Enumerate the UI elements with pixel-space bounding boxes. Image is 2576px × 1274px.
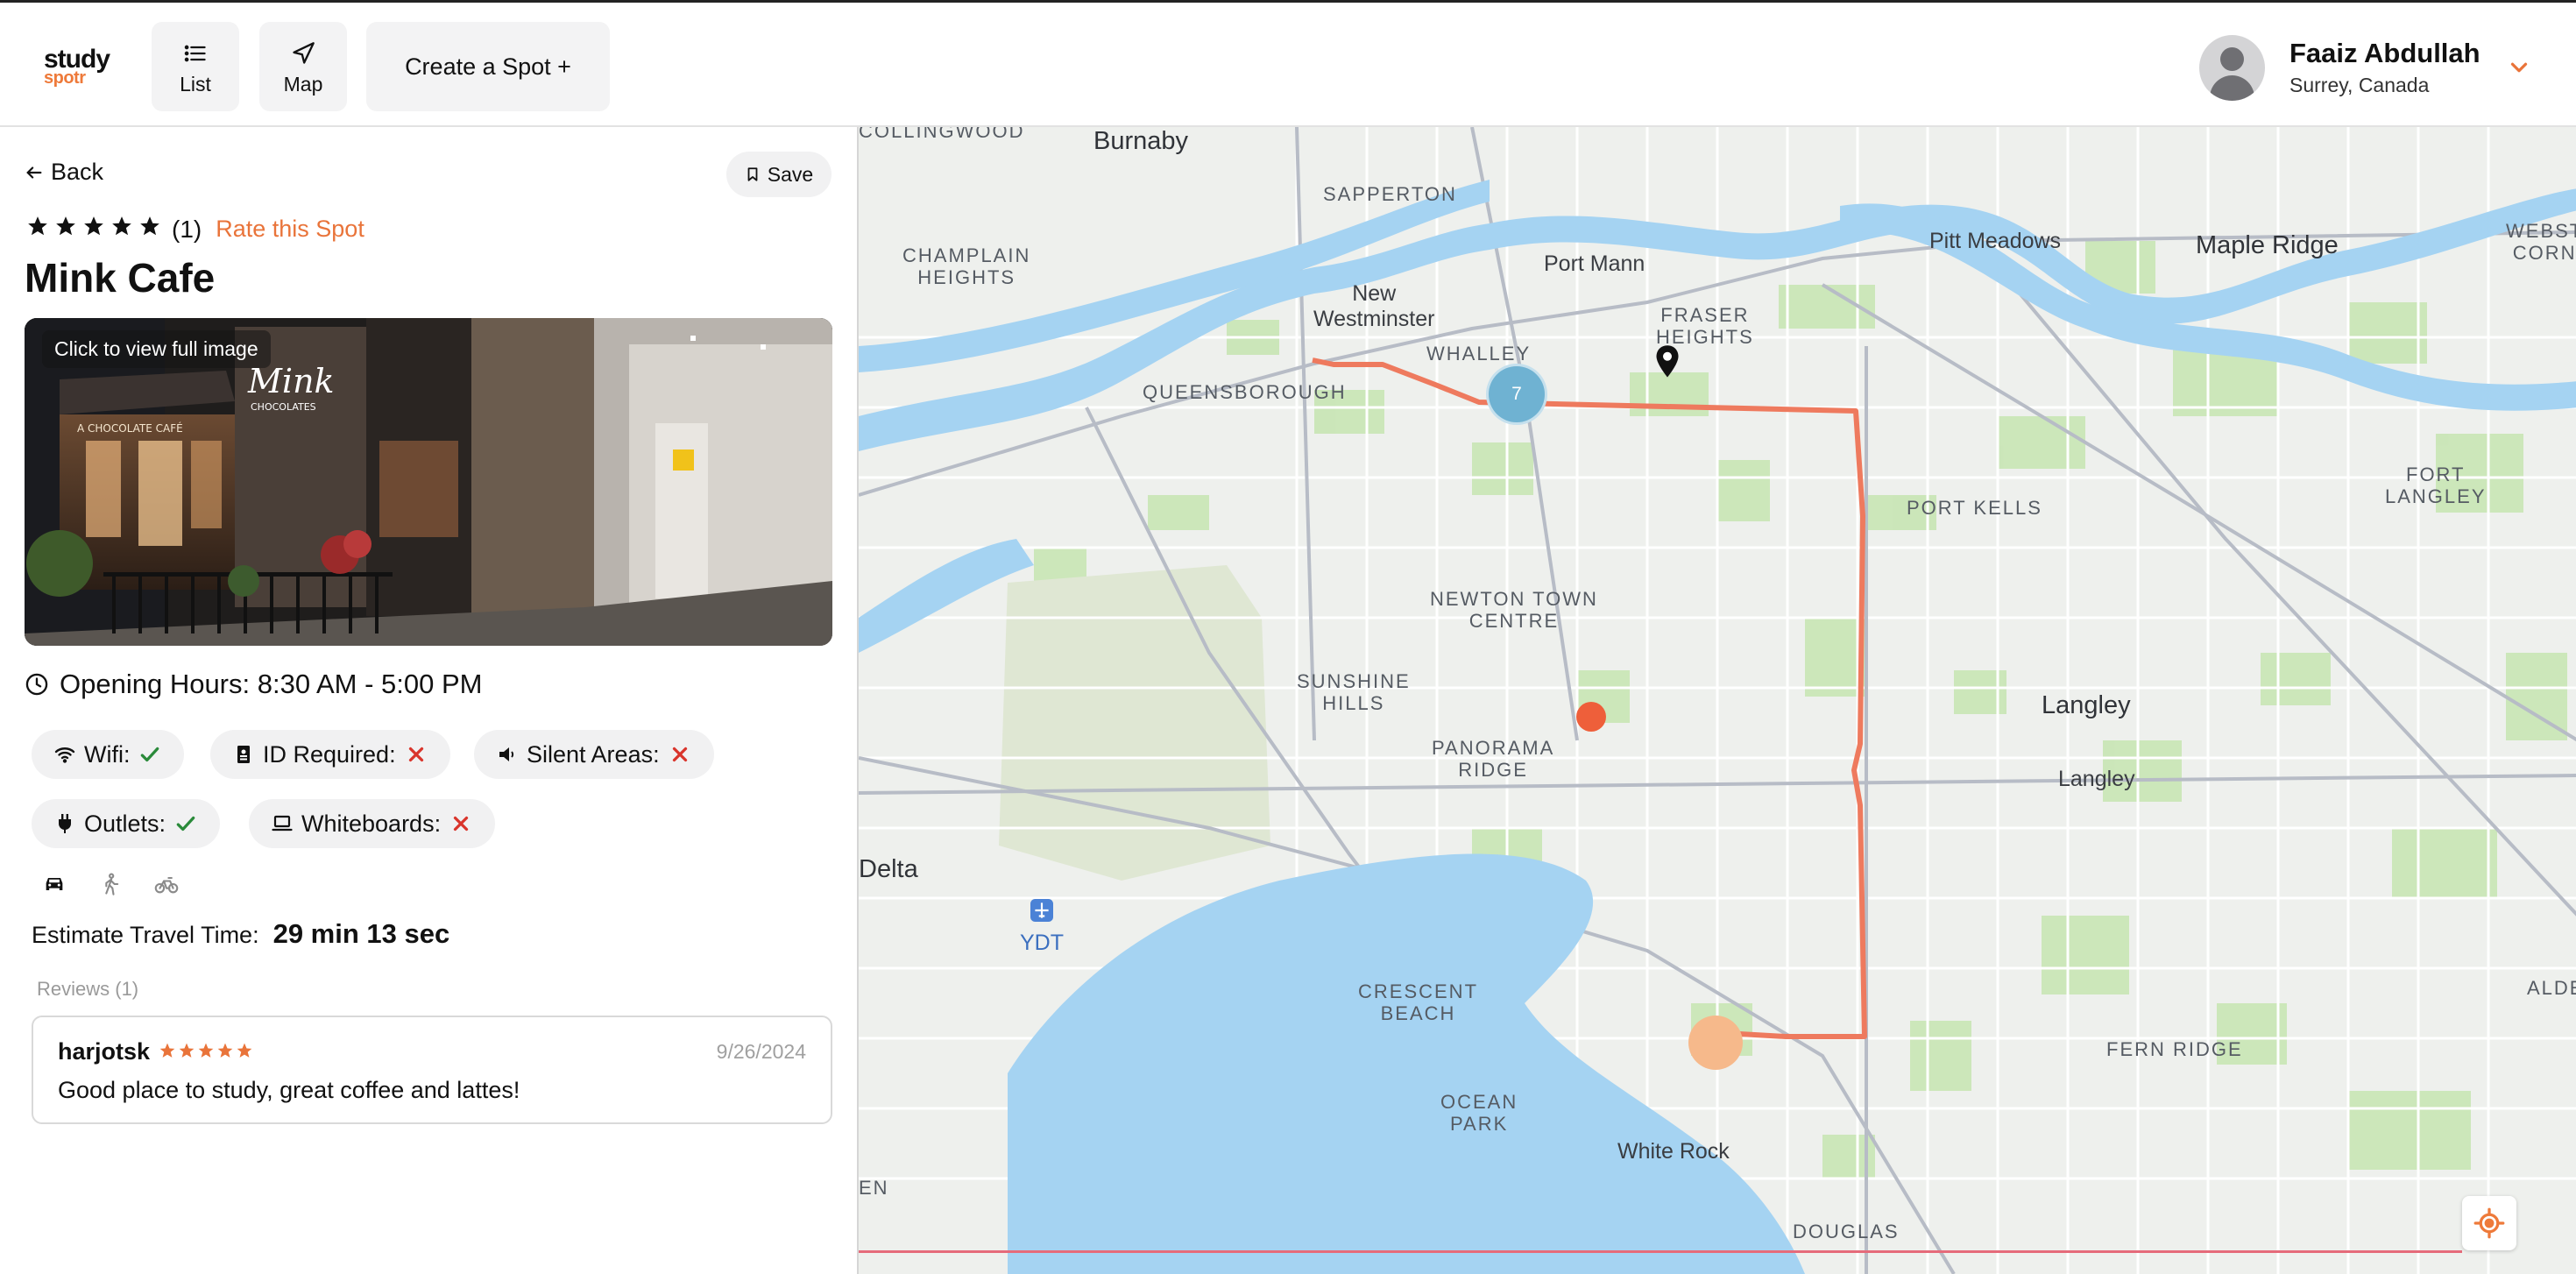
silent-areas-label: Silent Areas: (527, 740, 660, 768)
view-full-image-caption: Click to view full image (42, 330, 271, 368)
star-icon (28, 216, 47, 236)
star-icon (56, 216, 75, 236)
star-icon (198, 1043, 214, 1058)
spot-detail-panel: Back Save (1) Rate this Spot Mink Cafe C… (0, 127, 857, 1274)
check-icon (176, 816, 195, 832)
amenity-wifi: Wifi: (32, 730, 185, 779)
amenity-silent-areas: Silent Areas: (474, 730, 714, 779)
wifi-icon (54, 747, 75, 763)
speaker-icon (499, 747, 514, 761)
opening-hours: Opening Hours: 8:30 AM - 5:00 PM (25, 669, 482, 700)
save-button[interactable]: Save (726, 152, 832, 197)
bike-icon[interactable] (154, 872, 179, 896)
id-required-label: ID Required: (263, 740, 396, 768)
whiteboards-label: Whiteboards: (301, 810, 442, 837)
spot-photo[interactable]: Click to view full image A CHOCOLATE CAF… (25, 318, 832, 646)
route-line (1312, 357, 1867, 1039)
map-canvas[interactable]: COLLINGWOOD Burnaby SAPPERTON CHAMPLAIN … (857, 127, 2576, 1274)
svg-text:CHOCOLATES: CHOCOLATES (251, 401, 316, 413)
rating-count: (1) (172, 215, 202, 243)
navigation-arrow-icon (293, 42, 315, 64)
location-pin-icon[interactable] (1654, 344, 1681, 379)
save-label: Save (767, 162, 814, 186)
review-author: harjotsk (58, 1038, 151, 1065)
spot-marker[interactable] (1576, 702, 1606, 732)
travel-estimate-value: 29 min 13 sec (272, 918, 450, 949)
rating-stars (26, 215, 166, 244)
star-icon (217, 1043, 233, 1058)
cross-icon (453, 816, 469, 832)
review-date: 9/26/2024 (716, 1040, 806, 1063)
create-spot-label: Create a Spot + (405, 53, 571, 80)
walk-icon[interactable] (98, 872, 123, 896)
amenity-outlets: Outlets: (32, 799, 221, 848)
star-icon (159, 1043, 175, 1058)
map-bottom-line (859, 1250, 2462, 1253)
cross-icon (408, 747, 423, 762)
rate-spot-link[interactable]: Rate this Spot (216, 216, 364, 243)
top-bar: study spotr List Map Create a Spot + Faa… (0, 0, 2576, 127)
spot-cluster-marker[interactable]: 7 (1486, 364, 1547, 425)
plug-icon (59, 814, 71, 833)
back-label: Back (51, 159, 104, 185)
list-view-label: List (180, 73, 211, 96)
opening-hours-text: Opening Hours: 8:30 AM - 5:00 PM (60, 669, 483, 699)
user-menu[interactable]: Faaiz Abdullah Surrey, Canada (2199, 35, 2550, 105)
wifi-label: Wifi: (84, 740, 131, 768)
travel-mode-selector (42, 872, 179, 896)
svg-text:A CHOCOLATE CAFÉ: A CHOCOLATE CAFÉ (77, 421, 183, 435)
user-location: Surrey, Canada (2289, 74, 2430, 96)
cross-icon (672, 747, 687, 762)
spot-title: Mink Cafe (25, 255, 216, 301)
bookmark-icon (747, 167, 758, 181)
star-icon (179, 1043, 195, 1058)
review-author-row: harjotsk (58, 1038, 255, 1065)
user-name: Faaiz Abdullah (2289, 38, 2480, 68)
travel-estimate: Estimate Travel Time: 29 min 13 sec (32, 918, 449, 950)
laptop-icon (272, 815, 293, 832)
recenter-location-button[interactable] (2462, 1196, 2516, 1250)
outlets-label: Outlets: (84, 810, 166, 837)
back-button[interactable]: Back (25, 159, 103, 186)
star-icon (140, 216, 159, 236)
destination-marker[interactable] (1688, 1016, 1743, 1070)
amenity-whiteboards: Whiteboards: (249, 799, 496, 848)
avatar (2199, 35, 2265, 101)
crosshair-icon (2473, 1207, 2505, 1239)
create-spot-button[interactable]: Create a Spot + (366, 22, 610, 111)
travel-estimate-label: Estimate Travel Time: (32, 922, 259, 948)
car-icon[interactable] (42, 872, 67, 896)
clock-icon (25, 673, 48, 696)
map-view-button[interactable]: Map (259, 22, 347, 111)
check-icon (141, 747, 159, 762)
list-icon (184, 45, 206, 62)
cluster-count: 7 (1511, 384, 1522, 404)
studyspotr-logo[interactable]: study spotr (44, 46, 114, 88)
amenity-id-required: ID Required: (210, 730, 450, 779)
reviews-heading: Reviews (1) (37, 978, 139, 1000)
chevron-down-icon[interactable] (2506, 54, 2532, 81)
list-view-button[interactable]: List (152, 22, 239, 111)
review-card: harjotsk 9/26/2024 Good place to study, … (32, 1016, 832, 1124)
map-view-label: Map (283, 73, 323, 96)
arrow-left-icon (26, 166, 42, 179)
review-stars (159, 1038, 255, 1065)
rating-row: (1) Rate this Spot (26, 215, 364, 244)
star-icon (84, 216, 103, 236)
star-icon (237, 1043, 252, 1058)
review-text: Good place to study, great coffee and la… (58, 1077, 520, 1103)
star-icon (112, 216, 131, 236)
id-badge-icon (237, 746, 250, 763)
